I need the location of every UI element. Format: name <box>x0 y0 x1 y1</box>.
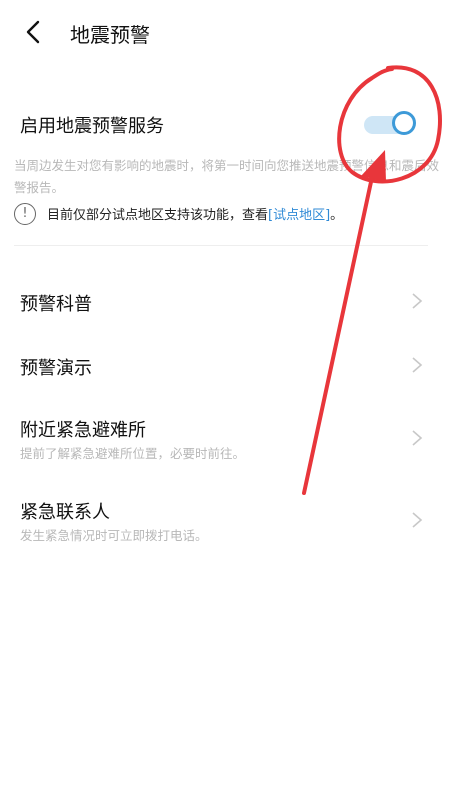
pilot-area-link[interactable]: [试点地区] <box>268 208 330 223</box>
menu-item-title: 预警科普 <box>20 294 92 315</box>
top-bar: 地震预警 <box>0 0 471 64</box>
menu-item-title: 预警演示 <box>20 358 92 379</box>
menu-item-shelters[interactable]: 附近紧急避难所 提前了解紧急避难所位置，必要时前往。 <box>0 408 471 464</box>
pilot-area-notice: ! 目前仅部分试点地区支持该功能，查看[试点地区]。 <box>14 201 454 227</box>
chevron-right-icon <box>412 430 423 446</box>
earthquake-service-toggle[interactable] <box>364 111 418 139</box>
earthquake-service-label: 启用地震预警服务 <box>20 116 164 137</box>
menu-item-emergency-contacts[interactable]: 紧急联系人 发生紧急情况时可立即拨打电话。 <box>0 490 471 546</box>
toggle-knob <box>392 111 416 135</box>
notice-suffix: 。 <box>330 208 344 223</box>
chevron-right-icon <box>412 357 423 373</box>
chevron-right-icon <box>412 512 423 528</box>
chevron-right-icon <box>412 293 423 309</box>
menu-item-subtitle: 发生紧急情况时可立即拨打电话。 <box>20 528 208 543</box>
notice-main-text: 目前仅部分试点地区支持该功能，查看 <box>47 208 269 223</box>
menu-item-subtitle: 提前了解紧急避难所位置，必要时前往。 <box>20 446 246 461</box>
divider <box>14 245 428 246</box>
notice-text: 目前仅部分试点地区支持该功能，查看[试点地区]。 <box>47 204 343 223</box>
page-title: 地震预警 <box>70 23 150 47</box>
chevron-left-icon[interactable] <box>20 18 48 46</box>
menu-item-warning-demo[interactable]: 预警演示 <box>0 342 471 388</box>
info-icon: ! <box>14 203 36 225</box>
menu-item-warning-science[interactable]: 预警科普 <box>0 278 471 324</box>
menu-item-title: 附近紧急避难所 <box>20 420 146 441</box>
service-description: 当周边发生对您有影响的地震时，将第一时间向您推送地震预警信息和震后效警报告。 <box>14 158 440 195</box>
menu-item-title: 紧急联系人 <box>20 502 110 523</box>
